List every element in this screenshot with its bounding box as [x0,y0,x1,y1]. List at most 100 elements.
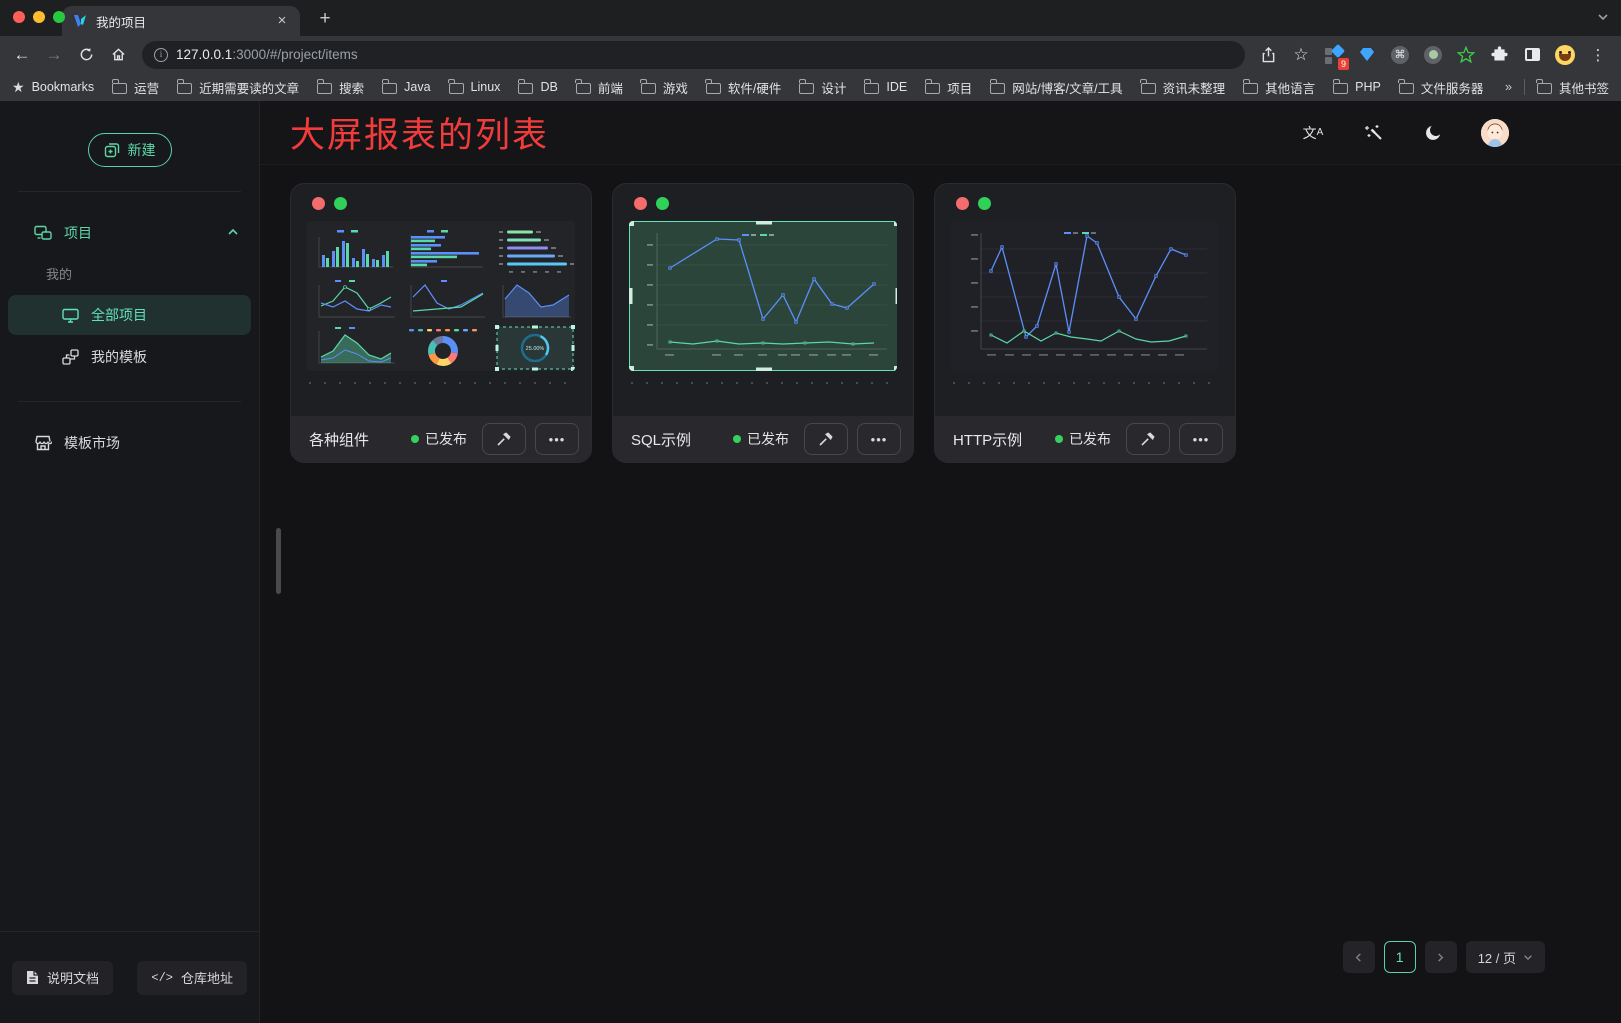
bookmark-folder[interactable]: Linux [449,80,501,94]
folder-icon [1537,83,1552,94]
new-tab-button[interactable]: + [312,6,338,32]
share-icon[interactable] [1255,42,1281,68]
copy-plus-icon [104,142,120,158]
folder-icon [317,83,332,94]
site-info-icon[interactable]: i [154,48,168,62]
dark-mode-moon-icon[interactable] [1421,121,1445,145]
prev-page-button[interactable] [1343,941,1375,973]
forward-button[interactable]: → [40,41,68,69]
magic-wand-icon[interactable] [1361,121,1385,145]
folder-icon [799,83,814,94]
sidebar-group-project[interactable]: 项目 [0,216,259,250]
back-button[interactable]: ← [8,41,36,69]
bookmarks-root[interactable]: ★Bookmarks [12,79,94,96]
chrome-menu-icon[interactable]: ⋮ [1585,42,1611,68]
tab-search-chevron-icon[interactable] [1597,10,1609,28]
command-extension-icon[interactable]: ⌘ [1387,42,1413,68]
status-dot [733,435,741,443]
card-window-dots [935,184,1235,210]
bookmark-star-icon[interactable]: ☆ [1288,42,1314,68]
extensions-puzzle-icon[interactable] [1486,42,1512,68]
more-button[interactable]: ••• [1179,423,1223,455]
profile-avatar-icon[interactable] [1552,42,1578,68]
minimize-window-button[interactable] [33,11,45,23]
gauge-value: 25.00% [526,346,545,352]
divider [18,401,241,402]
folder-icon [449,83,464,94]
folder-icon [1141,83,1156,94]
chevron-up-icon[interactable] [227,225,239,241]
new-project-button[interactable]: 新建 [88,133,172,167]
home-button[interactable] [104,41,132,69]
green-dot [334,197,347,210]
project-thumbnail[interactable] [629,221,897,371]
bookmark-folder[interactable]: 软件/硬件 [706,78,781,97]
edit-button[interactable] [1126,423,1170,455]
screens-icon [34,225,52,241]
project-card[interactable]: SQL示例 已发布 ••• [612,183,914,463]
green-dot [656,197,669,210]
bookmark-folder[interactable]: 近期需要读的文章 [177,78,299,97]
url-text: 127.0.0.1:3000/#/project/items [176,47,358,62]
bookmark-folder[interactable]: 文件服务器 [1399,78,1484,97]
bookmark-folder[interactable]: 游戏 [641,78,688,97]
folder-icon [990,83,1005,94]
bookmark-folder[interactable]: 设计 [799,78,846,97]
project-thumbnail[interactable] [951,221,1219,371]
bookmark-folder[interactable]: 搜索 [317,78,364,97]
tab-close-button[interactable]: × [274,13,290,29]
folder-icon [1333,83,1348,94]
goview-favicon [72,14,88,28]
sidebar-footer: 说明文档 </> 仓库地址 [0,931,259,1023]
other-bookmarks-folder[interactable]: 其他书签 [1537,78,1609,97]
repo-button[interactable]: </> 仓库地址 [137,961,247,995]
storefront-icon [34,435,52,451]
red-dot [634,197,647,210]
bookmark-folder[interactable]: 项目 [925,78,972,97]
page-size-select[interactable]: 12 / 页 [1466,941,1545,973]
zoom-window-button[interactable] [53,11,65,23]
sidebar-item-template-market[interactable]: 模板市场 [0,426,259,460]
reload-button[interactable] [72,41,100,69]
folder-icon [112,83,127,94]
project-card[interactable]: HTTP示例 已发布 ••• [934,183,1236,463]
folder-icon [518,83,533,94]
bookmark-folder[interactable]: Java [382,80,430,94]
edit-button[interactable] [804,423,848,455]
split-screen-icon[interactable] [1519,42,1545,68]
dotted-separator [953,382,1217,384]
more-button[interactable]: ••• [535,423,579,455]
bookmarks-bar: ★Bookmarks 运营 近期需要读的文章 搜索 Java Linux DB … [0,73,1621,101]
bookmarks-overflow-button[interactable]: » [1505,80,1512,94]
record-extension-icon[interactable] [1420,42,1446,68]
bookmark-folder[interactable]: 前端 [576,78,623,97]
star-extension-icon[interactable] [1453,42,1479,68]
gem-extension-icon[interactable] [1354,42,1380,68]
tampermonkey-extension-icon[interactable]: 9 [1321,42,1347,68]
bookmark-folder[interactable]: PHP [1333,80,1381,94]
more-button[interactable]: ••• [857,423,901,455]
address-bar[interactable]: i 127.0.0.1:3000/#/project/items [142,41,1245,69]
next-page-button[interactable] [1425,941,1457,973]
project-name: 各种组件 [309,429,402,450]
bookmark-folder[interactable]: 资讯未整理 [1141,78,1226,97]
language-icon[interactable]: 文A [1301,121,1325,145]
bookmark-folder[interactable]: 其他语言 [1243,78,1315,97]
project-thumbnail[interactable]: 25.00% [307,221,575,371]
user-avatar[interactable] [1481,119,1509,147]
content-scrollbar-thumb[interactable] [276,528,281,594]
bookmark-folder[interactable]: 运营 [112,78,159,97]
project-card[interactable]: 25.00% 各种组件 已发布 [290,183,592,463]
close-window-button[interactable] [13,11,25,23]
bookmark-folder[interactable]: 网站/博客/文章/工具 [990,78,1122,97]
sidebar-item-all-projects[interactable]: 全部项目 [8,295,251,335]
docs-button[interactable]: 说明文档 [12,961,113,995]
edit-button[interactable] [482,423,526,455]
folder-icon [177,83,192,94]
current-page-button[interactable]: 1 [1384,941,1416,973]
bookmark-folder[interactable]: IDE [864,80,907,94]
sidebar-item-my-templates[interactable]: 我的模板 [8,337,251,377]
bookmark-folder[interactable]: DB [518,80,557,94]
browser-tab[interactable]: 我的项目 × [62,6,300,36]
star-icon: ★ [12,79,25,96]
